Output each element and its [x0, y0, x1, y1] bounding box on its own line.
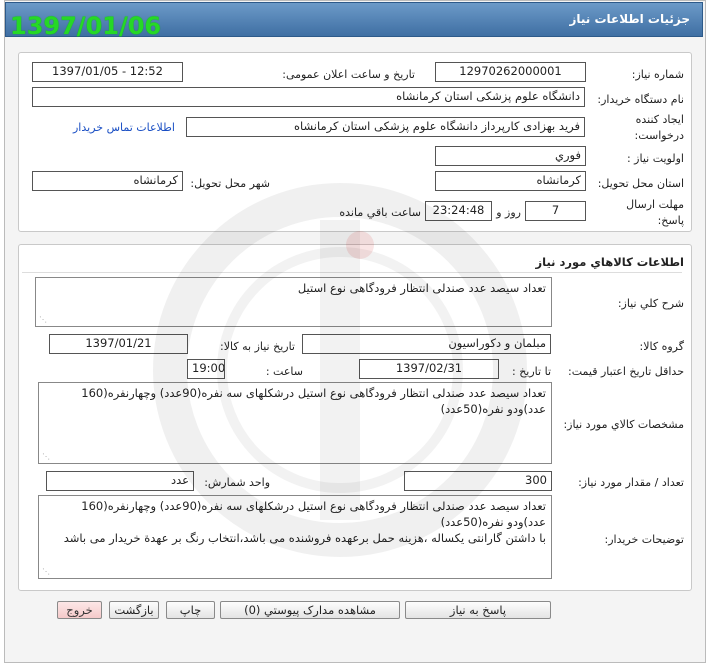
- need-date-field[interactable]: 1397/01/21: [49, 334, 188, 354]
- summary-textarea[interactable]: تعداد سيصد عدد صندلی انتظار فرودگاهی نوع…: [35, 277, 552, 327]
- city-field[interactable]: کرمانشاه: [32, 171, 183, 191]
- creator-field[interactable]: فريد بهزادی کارپرداز دانشگاه علوم پزشکی …: [186, 117, 585, 137]
- announce-field[interactable]: 1397/01/05 - 12:52: [32, 62, 183, 82]
- summary-label: شرح کلي نياز:: [617, 297, 684, 310]
- days-word: روز و: [496, 206, 521, 219]
- deadline-label-2: پاسخ:: [657, 214, 684, 227]
- attachments-button[interactable]: مشاهده مدارک پيوستي (0): [220, 601, 400, 619]
- buyer-contact-link[interactable]: اطلاعات تماس خريدار: [73, 121, 175, 134]
- hour-field[interactable]: 19:00: [187, 359, 225, 379]
- summary-text: تعداد سيصد عدد صندلی انتظار فرودگاهی نوع…: [297, 281, 546, 295]
- city-label: شهر محل تحويل:: [190, 177, 270, 190]
- buyer-org-label: نام دستگاه خريدار:: [597, 93, 684, 106]
- buyer-notes-textarea[interactable]: تعداد سيصد عدد صندلی انتظار فرودگاهی نوع…: [38, 495, 552, 579]
- hour-label: ساعت :: [265, 365, 303, 378]
- resize-grip-icon[interactable]: ⋰: [42, 453, 50, 461]
- unit-field[interactable]: عدد: [46, 471, 194, 491]
- print-button[interactable]: چاپ: [166, 601, 215, 619]
- need-number-field[interactable]: 1297026200000​1: [435, 62, 586, 82]
- announce-label: تاريخ و ساعت اعلان عمومی:: [282, 68, 415, 81]
- qty-field[interactable]: 300: [404, 471, 552, 491]
- group-field[interactable]: مبلمان و دکوراسيون: [302, 334, 551, 354]
- goods-divider: [22, 272, 682, 273]
- buyer-notes-line-1: تعداد سيصد عدد صندلی انتظار فرودگاهی نوع…: [81, 499, 546, 529]
- resize-grip-icon[interactable]: ⋰: [39, 316, 47, 324]
- days-field[interactable]: 7: [525, 201, 586, 221]
- specs-label: مشخصات کالاي مورد نياز:: [563, 418, 684, 431]
- exit-button[interactable]: خروج: [57, 601, 102, 619]
- buyer-org-field[interactable]: دانشگاه علوم پزشکی استان کرمانشاه: [32, 87, 585, 107]
- min-validity-label: حداقل تاريخ اعتبار قيمت:: [568, 365, 684, 378]
- deadline-label-1: مهلت ارسال: [626, 198, 684, 211]
- creator-label-2: درخواست:: [634, 129, 684, 142]
- remaining-word: ساعت باقي مانده: [339, 206, 421, 219]
- until-date-label: تا تاريخ :: [512, 365, 551, 378]
- goods-section-title: اطلاعات کالاهاي مورد نياز: [535, 255, 684, 269]
- specs-textarea[interactable]: تعداد سيصد عدد صندلی انتظار فرودگاهی نوع…: [38, 382, 552, 464]
- buyer-notes-line-2: با داشتن گارانتی يکساله ،هزينه حمل برعهد…: [63, 531, 546, 545]
- creator-label-1: ايجاد کننده: [635, 113, 684, 126]
- province-label: استان محل تحويل:: [597, 177, 684, 190]
- stamp-date: 1397/01/06: [10, 12, 162, 40]
- priority-label: اولويت نياز :: [626, 152, 684, 165]
- back-button[interactable]: بازگشت: [109, 601, 159, 619]
- need-date-label: تاريخ نياز به کالا:: [220, 340, 295, 353]
- need-number-label: شماره نياز:: [631, 68, 684, 81]
- unit-label: واحد شمارش:: [204, 476, 270, 489]
- reply-button[interactable]: پاسخ به نياز: [405, 601, 551, 619]
- resize-grip-icon[interactable]: ⋰: [42, 568, 50, 576]
- priority-field[interactable]: فوري: [435, 146, 586, 166]
- buyer-notes-label: توضيحات خريدار:: [604, 533, 685, 546]
- until-date-field[interactable]: 1397/02/31: [359, 359, 499, 379]
- qty-label: تعداد / مقدار مورد نياز:: [578, 476, 684, 489]
- group-label: گروه کالا:: [639, 340, 684, 353]
- province-field[interactable]: کرمانشاه: [435, 171, 586, 191]
- specs-text: تعداد سيصد عدد صندلی انتظار فرودگاهی نوع…: [81, 386, 546, 416]
- time-remaining-field[interactable]: 23:24:48: [425, 201, 492, 221]
- window-title: جزئيات اطلاعات نياز: [569, 12, 690, 26]
